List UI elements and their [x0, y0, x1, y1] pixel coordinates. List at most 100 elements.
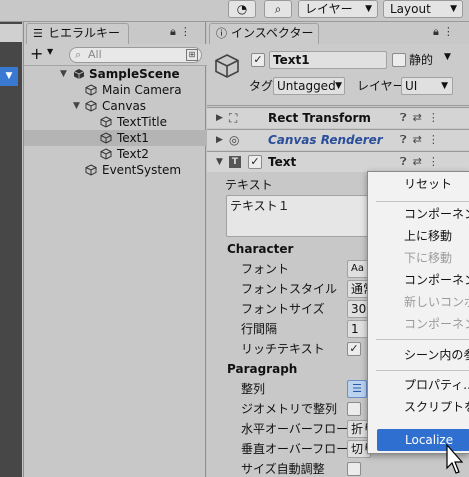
- layer-dropdown[interactable]: UI ▼: [401, 77, 453, 95]
- tree-item-label: Text2: [117, 147, 149, 161]
- search-button[interactable]: ⌕: [264, 0, 292, 18]
- menu-item-paste-as-new: 新しいコンポー: [404, 295, 469, 309]
- tag-value: Untagged: [277, 79, 336, 93]
- component-canvas-renderer[interactable]: ▶ ◎ Canvas Renderer ❓︎⇄⋮: [207, 129, 469, 150]
- tree-item-text2[interactable]: Text2: [24, 146, 207, 162]
- search-placeholder: All: [88, 48, 102, 61]
- component-rect-transform[interactable]: ▶ ⛶ Rect Transform ❓︎⇄⋮: [207, 107, 469, 128]
- panel-controls: 🔒︎⋮: [170, 25, 195, 39]
- canvas-renderer-icon: ◎: [229, 133, 240, 147]
- font-style-label: フォントスタイル: [241, 282, 338, 296]
- tab-inspector[interactable]: ⓘ インスペクター: [209, 23, 319, 44]
- rich-text-checkbox[interactable]: ✓: [347, 342, 361, 356]
- tree-item-texttitle[interactable]: TextTitle: [24, 114, 207, 130]
- layout-dropdown[interactable]: Layout ▼: [383, 0, 463, 18]
- presets-icon[interactable]: ⇄: [413, 133, 428, 146]
- more-icon[interactable]: ⋮: [428, 133, 445, 146]
- align-left-icon: ☰: [352, 382, 362, 395]
- align-by-geometry-label: ジオメトリで整列: [241, 402, 338, 416]
- search-input[interactable]: ⌕ All ⊞: [69, 47, 202, 63]
- chevron-down-icon: ▼: [365, 4, 372, 14]
- chevron-down-icon: ▼: [441, 81, 448, 91]
- expand-arrow-icon[interactable]: ▼: [60, 66, 67, 82]
- layers-dropdown[interactable]: レイヤー ▼: [298, 0, 378, 18]
- gameobject-icon: [100, 148, 112, 160]
- menu-item-properties[interactable]: プロパティ...: [368, 374, 469, 396]
- scene-tab-edge[interactable]: [0, 24, 22, 42]
- section-header-paragraph: Paragraph: [227, 362, 298, 376]
- presets-icon[interactable]: ⇄: [413, 155, 428, 168]
- align-left-button[interactable]: ☰: [347, 380, 367, 398]
- menu-item-edit-script[interactable]: スクリプトを編: [368, 396, 469, 418]
- menu-item-remove-component[interactable]: コンポーネントを: [368, 203, 469, 225]
- static-label: 静的: [409, 53, 434, 67]
- help-icon[interactable]: ❓︎: [400, 111, 413, 124]
- tree-item-label: TextTitle: [117, 115, 167, 129]
- tree-item-samplescene[interactable]: ▼ SampleScene: [24, 66, 207, 82]
- expand-arrow-icon[interactable]: ▶: [216, 108, 223, 128]
- text-area-value: テキスト１: [230, 199, 290, 213]
- section-header-character: Character: [227, 242, 294, 256]
- layers-dropdown-label: レイヤー: [305, 2, 353, 16]
- tab-hierarchy[interactable]: ☰ ヒエラルキー: [26, 23, 129, 44]
- lock-icon[interactable]: 🔒︎: [170, 25, 180, 38]
- filter-icon[interactable]: ⊞: [186, 49, 198, 61]
- search-icon: ⌕: [75, 48, 82, 61]
- expand-arrow-icon[interactable]: ▶: [216, 130, 223, 150]
- text-component-icon: T: [229, 156, 241, 168]
- hierarchy-toolbar: + ▼ ⌕ All ⊞: [24, 44, 207, 66]
- menu-item-find-references[interactable]: シーン内の参照: [368, 344, 469, 366]
- lock-icon[interactable]: 🔒︎: [433, 25, 443, 38]
- align-by-geometry-checkbox[interactable]: [347, 402, 361, 416]
- tree-item-text1[interactable]: Text1: [24, 130, 207, 146]
- panel-controls: 🔒︎⋮: [433, 25, 458, 39]
- menu-item-reset[interactable]: リセット: [368, 173, 469, 195]
- component-controls: ❓︎⇄⋮: [400, 108, 445, 128]
- horizontal-overflow-label: 水平オーバーフロー: [241, 422, 349, 436]
- add-button[interactable]: +: [30, 44, 43, 64]
- layer-label: レイヤー: [357, 79, 405, 93]
- component-text[interactable]: ▼ T ✓ Text ❓︎⇄⋮: [207, 151, 469, 172]
- more-icon[interactable]: ⋮: [428, 111, 445, 124]
- info-icon: ⓘ: [216, 27, 227, 40]
- vertical-overflow-label: 垂直オーバーフロー: [241, 442, 349, 456]
- more-icon[interactable]: ⋮: [428, 155, 445, 168]
- history-button[interactable]: ◔: [228, 0, 256, 18]
- chevron-down-icon: ▼: [335, 81, 342, 91]
- more-icon[interactable]: ⋮: [443, 25, 458, 38]
- history-icon: ◔: [236, 2, 248, 16]
- tree-item-eventsystem[interactable]: EventSystem: [24, 162, 207, 178]
- text-property-label: テキスト: [225, 178, 273, 192]
- chevron-down-icon[interactable]: ▼: [444, 52, 451, 62]
- hierarchy-panel: ☰ ヒエラルキー 🔒︎⋮ + ▼ ⌕ All ⊞ ▼ SampleScene M…: [23, 22, 207, 477]
- more-icon[interactable]: ⋮: [180, 25, 195, 38]
- presets-icon[interactable]: ⇄: [413, 111, 428, 124]
- list-icon: ☰: [33, 27, 43, 40]
- menu-item-move-up[interactable]: 上に移動: [368, 225, 469, 247]
- tree-item-label: SampleScene: [89, 67, 180, 81]
- line-spacing-value: 1: [351, 322, 359, 336]
- component-enabled-checkbox[interactable]: ✓: [248, 155, 262, 169]
- component-title: Canvas Renderer: [268, 133, 383, 147]
- help-icon[interactable]: ❓︎: [400, 133, 413, 146]
- tree-item-canvas[interactable]: ▼ Canvas: [24, 98, 207, 114]
- menu-item-move-down: 下に移動: [404, 251, 453, 265]
- best-fit-checkbox[interactable]: [347, 462, 361, 476]
- unity-scene-icon: [73, 69, 85, 79]
- menu-item-copy-component[interactable]: コンポーネントを: [368, 269, 469, 291]
- component-title: Text: [268, 155, 297, 169]
- tag-dropdown[interactable]: Untagged ▼: [273, 77, 345, 95]
- static-checkbox[interactable]: [392, 53, 406, 67]
- active-checkbox[interactable]: ✓: [251, 53, 265, 67]
- help-icon[interactable]: ❓︎: [400, 155, 413, 168]
- text-area[interactable]: テキスト１: [226, 195, 371, 237]
- component-context-menu: リセット コンポーネントを 上に移動 下に移動 コンポーネントを 新しいコンポー…: [367, 171, 469, 454]
- rich-text-label: リッチテキスト: [241, 342, 325, 356]
- object-name-field[interactable]: Text1: [269, 51, 387, 69]
- scene-dropdown-edge[interactable]: ▼: [0, 67, 18, 86]
- menu-separator: [376, 370, 469, 371]
- chevron-down-icon[interactable]: ▼: [47, 47, 53, 56]
- collapse-arrow-icon[interactable]: ▼: [216, 152, 223, 172]
- tree-item-main-camera[interactable]: Main Camera: [24, 82, 207, 98]
- expand-arrow-icon[interactable]: ▼: [73, 98, 80, 114]
